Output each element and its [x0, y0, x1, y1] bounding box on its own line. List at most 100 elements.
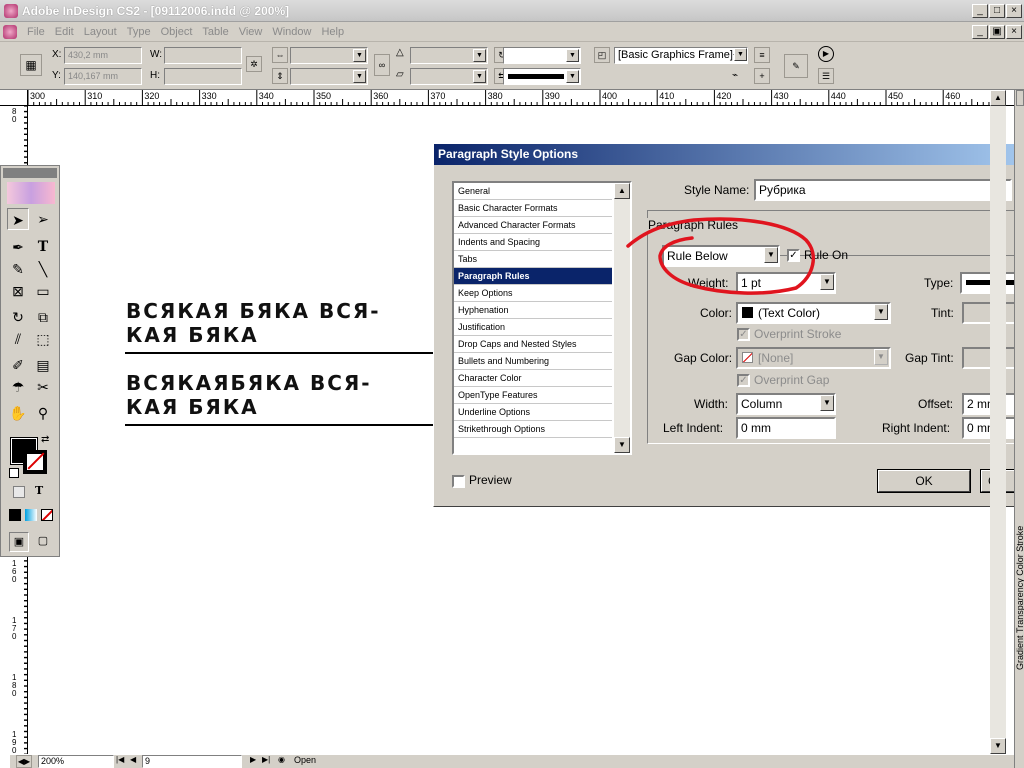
category-item[interactable]: General: [454, 183, 612, 200]
pen-tool-icon[interactable]: ✒: [7, 236, 29, 258]
gradient-tool-icon[interactable]: ▤: [32, 354, 54, 376]
menu-type[interactable]: Type: [122, 22, 156, 42]
normal-view-icon[interactable]: ▣: [9, 532, 29, 552]
first-page-icon[interactable]: |◀: [116, 755, 124, 764]
type-tool-icon[interactable]: T: [32, 236, 54, 258]
x-field[interactable]: 430,2 mm: [64, 47, 142, 64]
dialog-title-bar[interactable]: Paragraph Style Options: [434, 144, 1024, 165]
clear-overrides-icon[interactable]: ⌁: [732, 70, 738, 81]
palette-menu-icon[interactable]: ☰: [818, 68, 834, 84]
collapse-panel-button[interactable]: [1016, 90, 1024, 106]
zoom-tool-icon[interactable]: ⚲: [32, 402, 54, 424]
gap-color-dropdown-icon[interactable]: ▼: [874, 349, 888, 365]
apply-gradient-icon[interactable]: [25, 509, 37, 521]
object-style-dropdown-icon[interactable]: ▼: [734, 48, 747, 61]
scissors-tool-icon[interactable]: ✂: [32, 376, 54, 398]
category-item[interactable]: Bullets and Numbering: [454, 353, 612, 370]
doc-minimize-button[interactable]: _: [972, 25, 988, 39]
reference-point-icon[interactable]: ▦: [20, 54, 42, 76]
default-colors-icon[interactable]: [9, 468, 19, 478]
menu-help[interactable]: Help: [316, 22, 349, 42]
object-style-menu-icon[interactable]: ≡: [754, 47, 770, 63]
menu-view[interactable]: View: [234, 22, 268, 42]
palette-title-bar[interactable]: [3, 168, 57, 178]
free-transform-tool-icon[interactable]: ⬚: [32, 328, 54, 350]
style-name-input[interactable]: Рубрика: [754, 179, 1012, 201]
category-item[interactable]: Character Color: [454, 370, 612, 387]
tab-color[interactable]: Color: [1015, 554, 1024, 576]
quick-apply-icon[interactable]: ✎: [784, 54, 808, 78]
zoom-field[interactable]: 200%: [38, 755, 114, 768]
scroll-down-button[interactable]: ▼: [990, 738, 1006, 754]
shear-field[interactable]: ▼: [410, 68, 488, 85]
stroke-swatch[interactable]: [23, 450, 47, 474]
ruler-origin[interactable]: [0, 90, 28, 106]
minimize-button[interactable]: _: [972, 4, 988, 18]
category-item[interactable]: Indents and Spacing: [454, 234, 612, 251]
paragraph-2-line-1[interactable]: ВСЯКАЯБЯКА ВСЯ-: [126, 371, 372, 395]
category-item[interactable]: Paragraph Rules: [454, 268, 612, 285]
menu-layout[interactable]: Layout: [79, 22, 122, 42]
document-vertical-scrollbar[interactable]: ▲ ▼: [990, 90, 1006, 754]
rectangle-frame-tool-icon[interactable]: ⊠: [7, 280, 29, 302]
prev-page-icon[interactable]: ◀: [130, 755, 136, 764]
h-field[interactable]: [164, 68, 242, 85]
overprint-stroke-checkbox[interactable]: ✓: [737, 328, 750, 341]
object-style-select[interactable]: [Basic Graphics Frame]+: [614, 47, 748, 64]
color-select[interactable]: (Text Color): [736, 302, 891, 324]
doc-close-button[interactable]: ×: [1006, 25, 1022, 39]
gap-color-select[interactable]: [None]: [736, 347, 891, 369]
color-dropdown-icon[interactable]: ▼: [874, 304, 888, 320]
selection-tool-icon[interactable]: ➤: [7, 208, 29, 230]
scroll-down-button[interactable]: ▼: [614, 437, 630, 453]
category-item[interactable]: Drop Caps and Nested Styles: [454, 336, 612, 353]
category-item[interactable]: Justification: [454, 319, 612, 336]
preview-checkbox[interactable]: [452, 475, 465, 488]
preview-view-icon[interactable]: ▢: [33, 532, 53, 552]
view-toggle-icon[interactable]: ◀▶: [16, 755, 32, 768]
direct-selection-tool-icon[interactable]: ➢: [32, 208, 54, 230]
menu-window[interactable]: Window: [267, 22, 316, 42]
overprint-gap-checkbox[interactable]: ✓: [737, 374, 750, 387]
width-dropdown-icon[interactable]: ▼: [820, 395, 834, 411]
hand-tool-icon[interactable]: ✋: [7, 402, 29, 424]
close-button[interactable]: ×: [1006, 4, 1022, 18]
play-icon[interactable]: ▶: [818, 46, 834, 62]
apply-color-icon[interactable]: [9, 509, 21, 521]
swap-colors-icon[interactable]: ⇄: [41, 434, 49, 445]
category-item[interactable]: OpenType Features: [454, 387, 612, 404]
tab-stroke[interactable]: Stroke: [1015, 526, 1024, 552]
scale-tool-icon[interactable]: ⧉: [32, 306, 54, 328]
shear-tool-icon[interactable]: ⫽: [7, 328, 29, 350]
stroke-weight-field[interactable]: ▼: [503, 47, 581, 64]
last-page-icon[interactable]: ▶|: [262, 755, 270, 764]
paragraph-1-line-1[interactable]: ВСЯКАЯ БЯКА ВСЯ-: [126, 299, 381, 323]
doc-restore-button[interactable]: ▣: [989, 25, 1005, 39]
pencil-tool-icon[interactable]: ✎: [7, 258, 29, 280]
category-item[interactable]: Underline Options: [454, 404, 612, 421]
next-page-icon[interactable]: ▶: [250, 755, 256, 764]
tab-gradient[interactable]: Gradient: [1015, 635, 1024, 670]
menu-edit[interactable]: Edit: [50, 22, 79, 42]
category-list[interactable]: General Basic Character Formats Advanced C…: [452, 181, 632, 455]
formatting-container-icon[interactable]: [13, 486, 25, 498]
constrain-proportions-icon[interactable]: ✲: [246, 56, 262, 72]
rectangle-tool-icon[interactable]: ▭: [32, 280, 54, 302]
category-item[interactable]: Basic Character Formats: [454, 200, 612, 217]
eyedropper-tool-icon[interactable]: ✐: [7, 354, 29, 376]
category-item[interactable]: Keep Options: [454, 285, 612, 302]
page-field[interactable]: 9: [142, 755, 242, 768]
rotation-field[interactable]: ▼: [410, 47, 488, 64]
ok-button[interactable]: OK: [877, 469, 971, 493]
category-item[interactable]: Strikethrough Options: [454, 421, 612, 438]
apply-none-icon[interactable]: [41, 509, 53, 521]
menu-object[interactable]: Object: [156, 22, 198, 42]
side-panel-tabs[interactable]: Gradient Transparency Color Stroke: [1015, 520, 1024, 670]
formatting-text-icon[interactable]: T: [35, 484, 43, 497]
frame-icon[interactable]: ◰: [594, 47, 610, 63]
maximize-button[interactable]: □: [989, 4, 1005, 18]
tab-transparency[interactable]: Transparency: [1015, 578, 1024, 633]
paragraph-2-line-2[interactable]: КАЯ БЯКА: [126, 395, 259, 419]
scale-x-field[interactable]: ▼: [290, 47, 368, 64]
w-field[interactable]: [164, 47, 242, 64]
